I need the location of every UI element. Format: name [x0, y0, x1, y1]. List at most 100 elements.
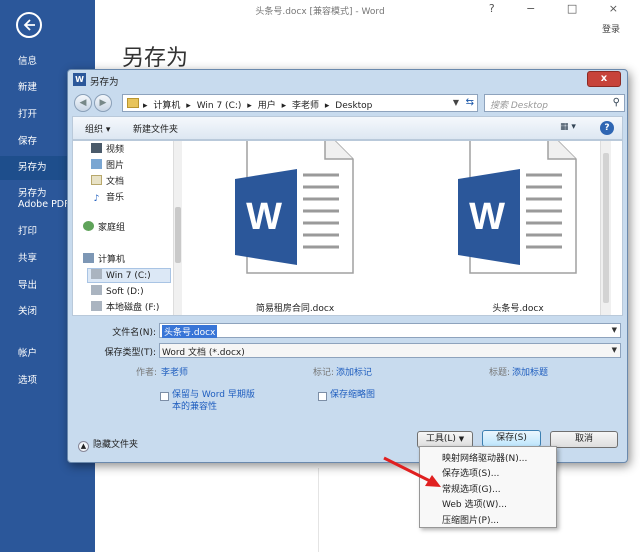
sidebar-scrollbar[interactable]	[173, 141, 182, 315]
sidebar-item-drive-c[interactable]: Win 7 (C:)	[87, 268, 171, 283]
crumb-user[interactable]: 李老师	[292, 101, 319, 111]
sidebar-item-pictures[interactable]: 图片	[91, 159, 124, 174]
view-options-icon[interactable]: ▦ ▾	[560, 122, 582, 132]
drive-icon	[91, 285, 102, 295]
add-title-link[interactable]: 添加标题	[512, 365, 548, 378]
file-list-scrollbar[interactable]	[600, 141, 611, 315]
sidebar-item-label: 视频	[106, 145, 125, 155]
filename-value: 头条号.docx	[162, 325, 218, 338]
login-link[interactable]: 登录	[602, 22, 620, 35]
menu-map-network-drive[interactable]: 映射网络驱动器(N)...	[442, 451, 527, 464]
search-icon[interactable]: ⚲	[613, 97, 620, 108]
chevron-down-icon[interactable]: ▼	[612, 346, 617, 354]
compat-label-line2[interactable]: 本的兼容性	[172, 401, 217, 413]
sidebar-item-computer[interactable]: 计算机	[83, 253, 125, 268]
author-label: 作者:	[136, 368, 158, 378]
savetype-label: 保存类型(T):	[104, 348, 156, 358]
compat-label-line1[interactable]: 保留与 Word 早期版	[172, 389, 255, 401]
divider	[318, 468, 319, 552]
sidebar-item-documents[interactable]: 文档	[91, 175, 124, 190]
computer-icon	[83, 253, 94, 263]
dialog-close-button[interactable]: x	[587, 71, 621, 87]
crumb-users[interactable]: 用户	[258, 101, 276, 111]
address-dropdown-icon[interactable]: ▼	[453, 98, 459, 107]
dialog-titlebar[interactable]: W 另存为 x	[68, 70, 627, 90]
chevron-up-icon: ▲	[78, 441, 89, 452]
scrollbar-thumb[interactable]	[603, 153, 609, 303]
savetype-select[interactable]: Word 文档 (*.docx) ▼	[159, 343, 621, 358]
filename-input[interactable]: 头条号.docx ▼	[159, 323, 621, 338]
hide-folders-toggle[interactable]: ▲ 隐藏文件夹	[78, 437, 138, 452]
document-icon	[91, 175, 102, 185]
save-as-dialog: W 另存为 x ◀ ▶ ▸ 计算机 ▸ Win 7 (C:) ▸ 用户 ▸ 李老…	[67, 69, 628, 463]
svg-text:W: W	[246, 196, 282, 238]
file-list: W 简易租房合同.docx W 头条号.docx	[183, 141, 611, 315]
address-bar[interactable]: ▸ 计算机 ▸ Win 7 (C:) ▸ 用户 ▸ 李老师 ▸ Desktop …	[122, 94, 478, 112]
organize-button[interactable]: 组织 ▾	[85, 122, 110, 135]
crumb-separator: ▸	[143, 101, 148, 111]
sidebar-item-label: 本地磁盘 (F:)	[106, 303, 160, 313]
thumbnail-checkbox[interactable]	[318, 392, 327, 401]
tools-menu: 映射网络驱动器(N)... 保存选项(S)... 常规选项(G)... Web …	[419, 446, 557, 528]
word-document-icon: W	[235, 141, 354, 274]
hide-folders-label: 隐藏文件夹	[93, 440, 139, 450]
music-icon: ♪	[93, 194, 100, 204]
navigation-bar: ◀ ▶ ▸ 计算机 ▸ Win 7 (C:) ▸ 用户 ▸ 李老师 ▸ Desk…	[72, 92, 625, 114]
sidebar-item-homegroup[interactable]: 家庭组	[83, 221, 125, 236]
sidebar-item-video[interactable]: 视频	[91, 143, 124, 158]
compat-checkbox[interactable]	[160, 392, 169, 401]
window-controls[interactable]: ? − □ ×	[489, 2, 632, 15]
sidebar-item-label: Soft (D:)	[106, 287, 144, 297]
sidebar-item-music[interactable]: ♪ 音乐	[91, 191, 124, 206]
folder-icon	[127, 98, 139, 108]
sidebar-item-drive-d[interactable]: Soft (D:)	[91, 285, 144, 300]
sidebar-item-label: 音乐	[106, 193, 125, 203]
dialog-title: 另存为	[90, 77, 119, 88]
file-name: 头条号.docx	[492, 304, 544, 314]
back-nav-button[interactable]: ◀	[74, 94, 92, 112]
chevron-down-icon[interactable]: ▼	[612, 326, 617, 334]
file-item[interactable]: W 简易租房合同.docx	[215, 141, 375, 315]
help-icon[interactable]: ?	[600, 121, 614, 135]
author-value[interactable]: 李老师	[161, 365, 188, 378]
nav-save-as-pdf[interactable]: 另存为 Adobe PDF	[0, 187, 70, 213]
menu-save-options[interactable]: 保存选项(S)...	[442, 466, 499, 479]
search-placeholder: 搜索 Desktop	[490, 101, 548, 111]
file-item[interactable]: W 头条号.docx	[438, 141, 598, 315]
tags-label: 标记:	[313, 368, 335, 378]
dialog-toolbar: 组织 ▾ 新建文件夹 ▦ ▾ ?	[72, 116, 623, 140]
title-label: 标题:	[489, 368, 511, 378]
crumb-desktop[interactable]: Desktop	[335, 101, 372, 111]
page-title: 另存为	[122, 46, 189, 71]
sidebar-item-label: Win 7 (C:)	[106, 271, 151, 281]
breadcrumb: ▸ 计算机 ▸ Win 7 (C:) ▸ 用户 ▸ 李老师 ▸ Desktop	[143, 98, 375, 111]
drive-icon	[91, 301, 102, 311]
sidebar-item-drive-f[interactable]: 本地磁盘 (F:)	[91, 301, 160, 315]
crumb-separator: ▸	[324, 101, 330, 111]
menu-compress-pictures[interactable]: 压缩图片(P)...	[442, 513, 499, 526]
homegroup-icon	[83, 221, 94, 231]
forward-nav-button[interactable]: ▶	[94, 94, 112, 112]
sidebar-item-label: 图片	[106, 161, 125, 171]
crumb-separator: ▸	[281, 101, 287, 111]
menu-general-options[interactable]: 常规选项(G)...	[442, 482, 501, 495]
refresh-icon[interactable]: ⇆	[466, 97, 474, 108]
add-tags-link[interactable]: 添加标记	[336, 365, 372, 378]
search-input[interactable]: 搜索 Desktop ⚲	[484, 94, 625, 112]
word-document-icon: W	[458, 141, 577, 274]
crumb-drive-c[interactable]: Win 7 (C:)	[197, 101, 242, 111]
save-button[interactable]: 保存(S)	[482, 430, 541, 447]
thumbnail-label[interactable]: 保存缩略图	[330, 389, 375, 401]
drive-icon	[91, 269, 102, 279]
back-arrow-icon	[23, 19, 35, 31]
savetype-value: Word 文档 (*.docx)	[162, 348, 245, 358]
navigation-pane: 视频 图片 文档 ♪ 音乐 家庭组 计算机 Win 7 (C:) Soft (D:…	[73, 141, 182, 315]
menu-web-options[interactable]: Web 选项(W)...	[442, 497, 507, 510]
cancel-button[interactable]: 取消	[550, 431, 618, 448]
sidebar-item-label: 计算机	[98, 255, 126, 265]
crumb-computer[interactable]: 计算机	[153, 101, 180, 111]
sidebar-item-label: 文档	[106, 177, 125, 187]
scrollbar-thumb[interactable]	[175, 207, 181, 263]
filename-label: 文件名(N):	[112, 328, 156, 338]
new-folder-button[interactable]: 新建文件夹	[133, 122, 178, 135]
